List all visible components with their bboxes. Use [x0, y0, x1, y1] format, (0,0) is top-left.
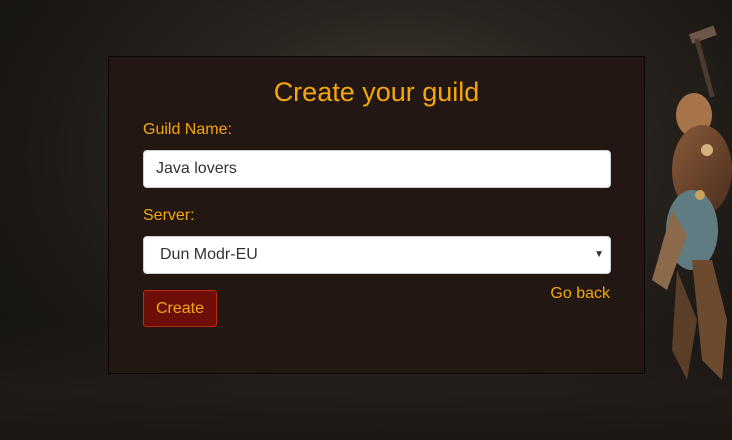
page-title: Create your guild — [273, 77, 480, 107]
server-selected-value: Dun Modr-EU — [160, 246, 258, 263]
guild-name-label: Guild Name: — [143, 121, 232, 138]
server-select[interactable]: Dun Modr-EU ▼ — [143, 236, 611, 274]
server-label: Server: — [143, 207, 195, 224]
create-guild-panel: Create your guild Guild Name: Server: Du… — [108, 56, 645, 374]
guild-name-input[interactable] — [143, 150, 611, 188]
go-back-link[interactable]: Go back — [550, 285, 610, 303]
chevron-down-icon: ▼ — [594, 249, 604, 260]
background-warrior-artwork — [652, 25, 732, 380]
create-button[interactable]: Create — [143, 290, 217, 327]
